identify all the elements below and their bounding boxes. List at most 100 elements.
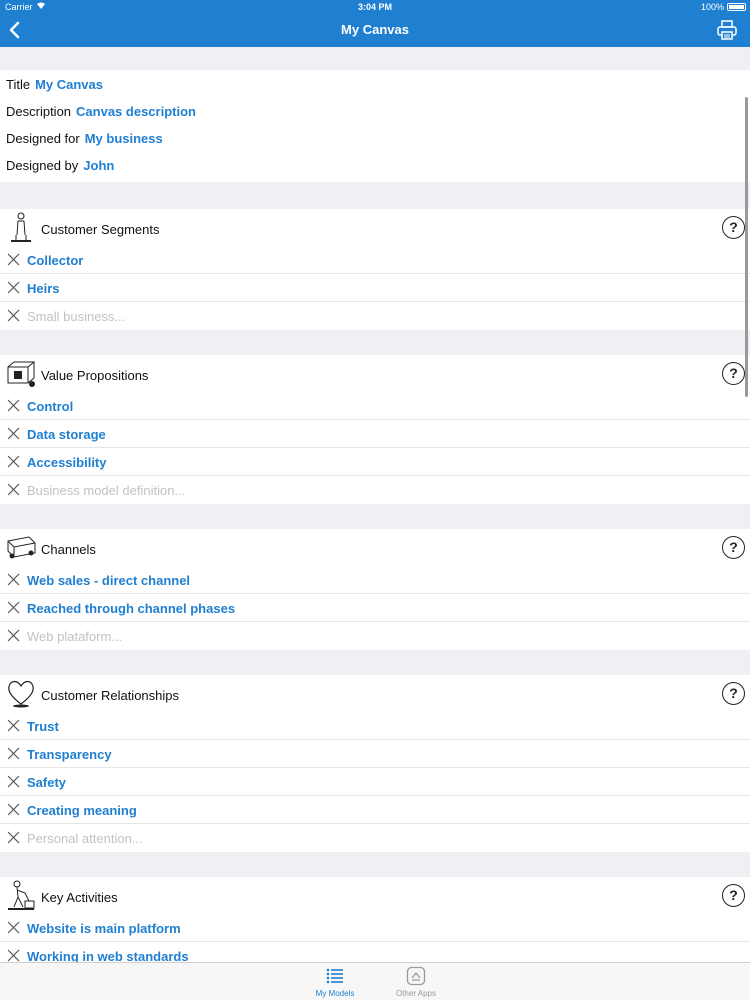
canvas-content[interactable]: Title My Canvas Description Canvas descrip…: [0, 47, 750, 962]
section-gap: [0, 650, 750, 675]
section-header: Value Propositions ?: [0, 355, 750, 392]
info-value[interactable]: My Canvas: [35, 77, 103, 92]
section-title: Channels: [41, 542, 96, 557]
new-item-input[interactable]: Business model definition...: [27, 483, 185, 498]
item-label[interactable]: Trust: [27, 719, 59, 734]
tab-my-models[interactable]: My Models: [305, 966, 365, 998]
person-icon: [11, 212, 31, 242]
section-title: Customer Segments: [41, 222, 160, 237]
item-label[interactable]: Control: [27, 399, 73, 414]
item-label[interactable]: Accessibility: [27, 455, 107, 470]
new-item-input[interactable]: Personal attention...: [27, 831, 143, 846]
item-label[interactable]: Reached through channel phases: [27, 601, 235, 616]
gift-icon: [7, 361, 36, 387]
help-button[interactable]: ?: [722, 362, 745, 385]
tab-bar: My Models Other Apps: [0, 962, 750, 1000]
section-title: Customer Relationships: [41, 688, 180, 703]
help-button[interactable]: ?: [722, 884, 745, 907]
close-icon[interactable]: [7, 399, 20, 412]
tab-label: My Models: [315, 989, 355, 998]
info-row-title[interactable]: Title My Canvas: [0, 74, 750, 101]
section-gap: [0, 330, 750, 355]
help-button[interactable]: ?: [722, 682, 745, 705]
list-item[interactable]: Collector: [0, 246, 750, 274]
battery-percent: 100%: [700, 2, 724, 12]
tab-label: Other Apps: [395, 989, 437, 998]
new-item-row[interactable]: Personal attention...: [0, 824, 750, 852]
info-value[interactable]: Canvas description: [76, 104, 196, 119]
new-item-input[interactable]: Web plataform...: [27, 629, 122, 644]
section-gap: [0, 504, 750, 529]
section-customer-relationships: Customer Relationships ? Trust Transpare…: [0, 675, 750, 852]
close-icon[interactable]: [7, 281, 20, 294]
item-label[interactable]: Website is main platform: [27, 921, 181, 936]
status-bar: Carrier 3:04 PM 100%: [0, 0, 750, 14]
info-label: Description: [6, 104, 72, 119]
item-label[interactable]: Transparency: [27, 747, 112, 762]
list-item[interactable]: Heirs: [0, 274, 750, 302]
list-item[interactable]: Trust: [0, 712, 750, 740]
close-icon[interactable]: [7, 455, 20, 468]
item-label[interactable]: Heirs: [27, 281, 60, 296]
section-header: Key Activities ?: [0, 877, 750, 914]
item-label[interactable]: Web sales - direct channel: [27, 573, 190, 588]
list-item[interactable]: Control: [0, 392, 750, 420]
item-label[interactable]: Data storage: [27, 427, 106, 442]
info-row-description[interactable]: Description Canvas description: [0, 101, 750, 128]
list-item[interactable]: Transparency: [0, 740, 750, 768]
list-item[interactable]: Web sales - direct channel: [0, 566, 750, 594]
section-header: Customer Relationships ?: [0, 675, 750, 712]
list-icon: [326, 968, 343, 984]
list-item[interactable]: Safety: [0, 768, 750, 796]
help-button[interactable]: ?: [722, 216, 745, 239]
close-icon[interactable]: [7, 427, 20, 440]
new-item-input[interactable]: Small business...: [27, 309, 125, 324]
section-key-activities: Key Activities ? Website is main platfor…: [0, 877, 750, 962]
item-label[interactable]: Creating meaning: [27, 803, 137, 818]
item-label[interactable]: Working in web standards: [27, 949, 189, 962]
status-time: 3:04 PM: [357, 2, 392, 12]
close-icon[interactable]: [7, 719, 20, 732]
close-icon[interactable]: [7, 949, 20, 962]
nav-bar: My Canvas: [0, 14, 750, 47]
print-button[interactable]: [716, 19, 738, 41]
info-row-designed-for[interactable]: Designed for My business: [0, 128, 750, 155]
section-header: Customer Segments ?: [0, 209, 750, 246]
page-title: My Canvas: [341, 22, 409, 37]
item-label[interactable]: Safety: [27, 775, 66, 790]
canvas-info: Title My Canvas Description Canvas descrip…: [0, 70, 750, 182]
info-label: Designed by: [6, 158, 79, 173]
item-label[interactable]: Collector: [27, 253, 83, 268]
close-icon[interactable]: [7, 803, 20, 816]
close-icon[interactable]: [7, 921, 20, 934]
close-icon[interactable]: [7, 629, 20, 642]
list-item[interactable]: Working in web standards: [0, 942, 750, 962]
tab-other-apps[interactable]: Other Apps: [386, 966, 446, 998]
info-value[interactable]: My business: [85, 131, 163, 146]
new-item-row[interactable]: Small business...: [0, 302, 750, 330]
close-icon[interactable]: [7, 483, 20, 496]
close-icon[interactable]: [7, 831, 20, 844]
close-icon[interactable]: [7, 309, 20, 322]
list-item[interactable]: Reached through channel phases: [0, 594, 750, 622]
heart-icon: [8, 680, 34, 708]
list-item[interactable]: Creating meaning: [0, 796, 750, 824]
close-icon[interactable]: [7, 601, 20, 614]
new-item-row[interactable]: Business model definition...: [0, 476, 750, 504]
section-gap: [0, 852, 750, 877]
truck-icon: [7, 536, 36, 559]
info-row-designed-by[interactable]: Designed by John: [0, 155, 750, 182]
list-item[interactable]: Data storage: [0, 420, 750, 448]
close-icon[interactable]: [7, 747, 20, 760]
close-icon[interactable]: [7, 775, 20, 788]
new-item-row[interactable]: Web plataform...: [0, 622, 750, 650]
close-icon[interactable]: [7, 573, 20, 586]
section-title: Key Activities: [41, 890, 118, 905]
info-value[interactable]: John: [83, 158, 114, 173]
close-icon[interactable]: [7, 253, 20, 266]
list-item[interactable]: Website is main platform: [0, 914, 750, 942]
scrollbar[interactable]: [745, 97, 748, 397]
list-item[interactable]: Accessibility: [0, 448, 750, 476]
apps-icon: [406, 966, 426, 986]
help-button[interactable]: ?: [722, 536, 745, 559]
